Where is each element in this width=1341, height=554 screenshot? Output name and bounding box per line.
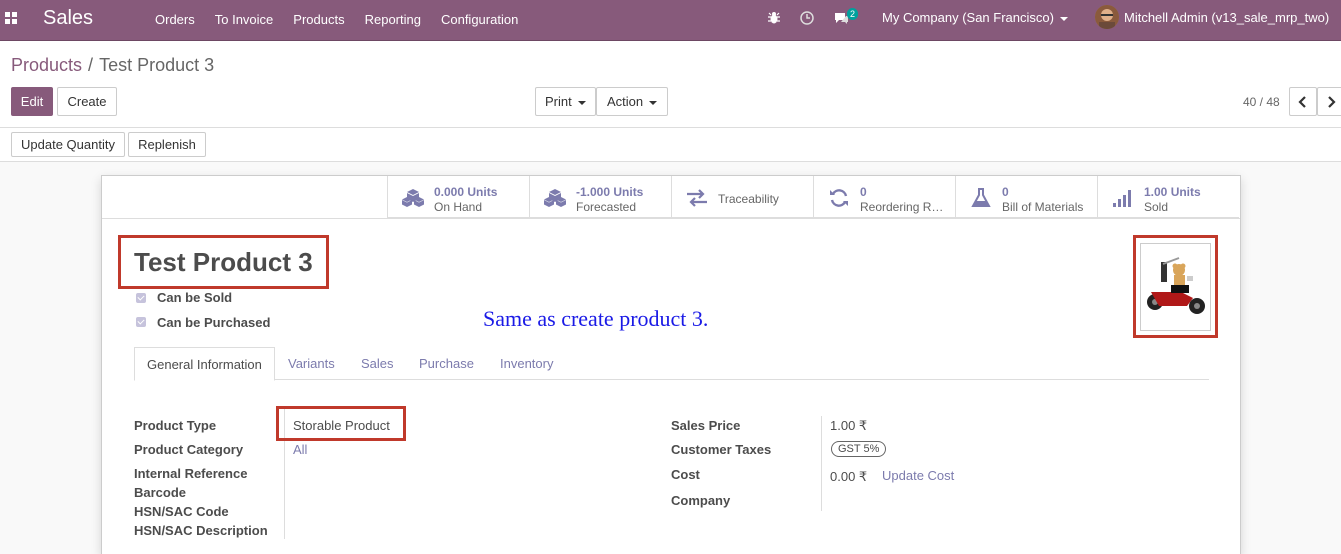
label-divider-right [821, 416, 822, 511]
bom-value: 0 [1002, 185, 1009, 199]
apps-menu-icon[interactable] [5, 12, 19, 26]
can-be-sold-label: Can be Sold [157, 290, 233, 305]
forecasted-value: -1.000 Units [576, 185, 644, 199]
edit-button[interactable]: Edit [11, 87, 53, 116]
sales-price-label: Sales Price [671, 418, 741, 433]
chevron-down-icon [1059, 16, 1068, 21]
product-category-label: Product Category [134, 442, 244, 457]
smart-buttons: 0.000 Units On Hand -1.000 Units Forecas… [387, 176, 1239, 218]
internal-reference-label: Internal Reference [134, 466, 248, 481]
action-dropdown[interactable]: Action [596, 87, 668, 116]
breadcrumb-separator: / [88, 55, 94, 75]
product-category-value[interactable]: All [293, 442, 307, 457]
create-button[interactable]: Create [57, 87, 117, 116]
chevron-down-icon [649, 100, 658, 105]
company-switcher[interactable]: My Company (San Francisco) [882, 10, 1068, 25]
stat-bill-of-materials[interactable]: 0 Bill of Materials [955, 176, 1097, 218]
menu-products[interactable]: Products [293, 12, 344, 27]
refresh-icon [830, 189, 848, 207]
reordering-value: 0 [860, 185, 867, 199]
clock-icon[interactable] [800, 11, 814, 25]
cubes-icon [544, 189, 566, 207]
print-label: Print [545, 94, 572, 109]
menu-to-invoice[interactable]: To Invoice [215, 12, 274, 27]
tab-sales[interactable]: Sales [361, 347, 394, 380]
signal-icon [1113, 190, 1131, 207]
menu-reporting[interactable]: Reporting [365, 12, 421, 27]
hsn-description-label: HSN/SAC Description [134, 523, 268, 538]
company-name: My Company (San Francisco) [882, 10, 1054, 25]
update-cost-link[interactable]: Update Cost [882, 468, 954, 483]
stat-reordering-rules[interactable]: 0 Reordering Rules [813, 176, 955, 218]
can-be-sold-checkbox[interactable] [136, 293, 146, 303]
cost-label: Cost [671, 467, 700, 482]
stat-forecasted[interactable]: -1.000 Units Forecasted [529, 176, 671, 218]
tax-tag[interactable]: GST 5% [831, 441, 887, 457]
tab-purchase[interactable]: Purchase [419, 347, 474, 380]
pager-previous-button[interactable] [1289, 87, 1317, 116]
can-be-purchased-label: Can be Purchased [157, 315, 271, 330]
avatar[interactable] [1095, 5, 1119, 29]
company-label: Company [671, 493, 731, 508]
bug-icon[interactable] [767, 11, 781, 25]
tab-general-information[interactable]: General Information [134, 347, 275, 381]
tab-inventory[interactable]: Inventory [500, 347, 553, 380]
product-type-label: Product Type [134, 418, 217, 433]
sold-value: 1.00 Units [1144, 185, 1201, 199]
menu-configuration[interactable]: Configuration [441, 12, 518, 27]
can-be-purchased-checkbox[interactable] [136, 317, 146, 327]
update-quantity-button[interactable]: Update Quantity [11, 132, 125, 157]
message-count-badge: 2 [847, 8, 859, 20]
product-name[interactable]: Test Product 3 [134, 247, 313, 278]
on-hand-label: On Hand [434, 200, 483, 214]
stat-on-hand[interactable]: 0.000 Units On Hand [387, 176, 529, 218]
hsn-code-label: HSN/SAC Code [134, 504, 229, 519]
top-navbar: Sales Orders To Invoice Products Reporti… [0, 0, 1341, 41]
notebook-tabs: General Information Variants Sales Purch… [134, 347, 1209, 381]
breadcrumb-current: Test Product 3 [99, 55, 215, 75]
forecasted-label: Forecasted [576, 200, 637, 214]
traceability-label: Traceability [718, 192, 779, 206]
cubes-icon [402, 189, 424, 207]
barcode-label: Barcode [134, 485, 187, 500]
stat-traceability[interactable]: Traceability [671, 176, 813, 218]
pager-value[interactable]: 40 / 48 [1243, 95, 1280, 109]
chevron-right-icon [1328, 96, 1336, 108]
pager-next-button[interactable] [1317, 87, 1341, 116]
divider [0, 127, 1341, 128]
sold-label: Sold [1144, 200, 1169, 214]
tab-variants[interactable]: Variants [288, 347, 335, 380]
action-label: Action [607, 94, 644, 109]
control-panel: Products / Test Product 3 Edit Create Prin… [0, 41, 1341, 162]
on-hand-value: 0.000 Units [434, 185, 498, 199]
flask-icon [971, 188, 991, 207]
product-image[interactable] [1140, 243, 1211, 331]
user-name[interactable]: Mitchell Admin (v13_sale_mrp_two) [1124, 10, 1329, 25]
menu-orders[interactable]: Orders [155, 12, 195, 27]
replenish-button[interactable]: Replenish [128, 132, 206, 157]
customer-taxes-label: Customer Taxes [671, 442, 772, 457]
cost-value[interactable]: 0.00 ₹ [830, 469, 867, 485]
breadcrumb: Products / Test Product 3 [11, 55, 214, 76]
reordering-label: Reordering Rules [860, 200, 948, 214]
stat-sold[interactable]: 1.00 Units Sold [1097, 176, 1239, 218]
bom-label: Bill of Materials [1002, 200, 1084, 214]
annotation-text: Same as create product 3. [483, 306, 709, 331]
sales-price-value[interactable]: 1.00 ₹ [830, 418, 867, 434]
form-sheet: 0.000 Units On Hand -1.000 Units Forecas… [101, 175, 1241, 554]
highlight-box-image [1133, 235, 1218, 338]
chevron-down-icon [577, 100, 586, 105]
main-menu: Orders To Invoice Products Reporting Con… [155, 12, 538, 27]
app-title[interactable]: Sales [43, 7, 93, 30]
exchange-icon [687, 189, 707, 207]
print-dropdown[interactable]: Print [535, 87, 596, 116]
chevron-left-icon [1298, 96, 1306, 108]
button-box-divider [102, 218, 1240, 219]
breadcrumb-products[interactable]: Products [11, 55, 82, 75]
product-type-value[interactable]: Storable Product [293, 418, 390, 433]
